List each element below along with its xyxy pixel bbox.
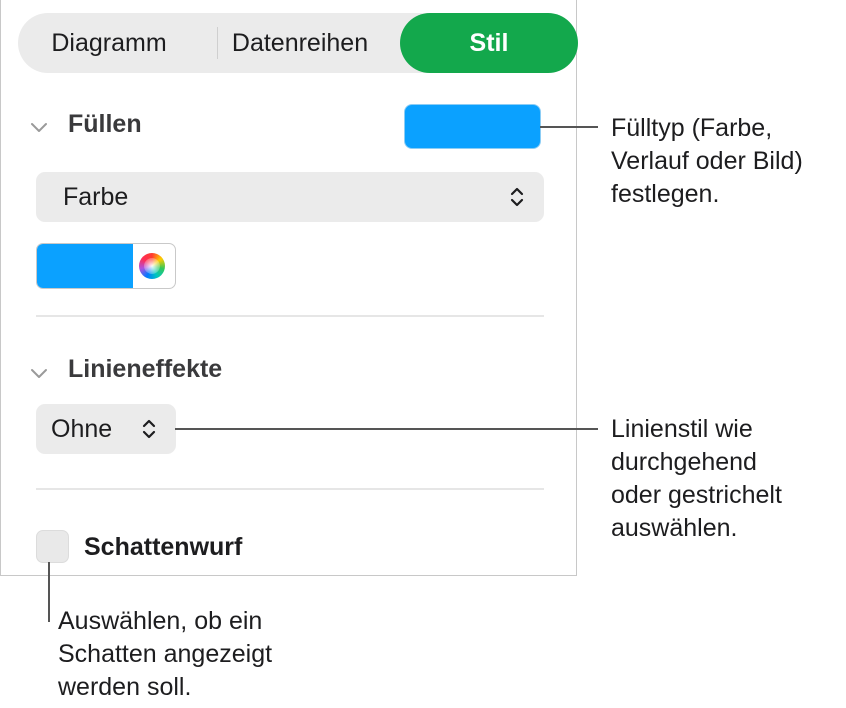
line-style-value: Ohne xyxy=(51,415,113,443)
callout-fill-type: Fülltyp (Farbe, Verlauf oder Bild) festl… xyxy=(611,112,803,211)
shadow-checkbox[interactable] xyxy=(36,530,69,563)
callout-line-text: oder gestrichelt xyxy=(611,481,782,509)
shadow-checkbox-label[interactable]: Schattenwurf xyxy=(84,530,242,564)
color-well[interactable] xyxy=(36,243,176,289)
section-divider xyxy=(36,315,544,317)
updown-chevron-icon xyxy=(142,419,156,439)
callout-line-text: festlegen. xyxy=(611,180,720,208)
callout-line-text: werden soll. xyxy=(58,673,192,701)
chevron-down-icon[interactable] xyxy=(29,366,49,380)
callout-line-text: Linienstil wie xyxy=(611,415,753,443)
inspector-tab-bar: Diagramm Datenreihen Stil xyxy=(18,13,578,73)
callout-line-text: Auswählen, ob ein xyxy=(58,607,263,635)
callout-line-text: Fülltyp (Farbe, xyxy=(611,114,773,142)
updown-chevron-icon xyxy=(510,187,524,207)
fill-section-title: Füllen xyxy=(68,110,142,138)
tab-diagramm[interactable]: Diagramm xyxy=(18,13,200,73)
callout-line-style: Linienstil wie durchgehend oder gestrich… xyxy=(611,413,782,545)
line-effects-section-title: Linieneffekte xyxy=(68,355,223,383)
callout-line-shadow xyxy=(48,562,50,622)
tab-datenreihen[interactable]: Datenreihen xyxy=(200,13,400,73)
fill-type-value: Farbe xyxy=(63,183,129,211)
chevron-down-icon[interactable] xyxy=(29,120,49,134)
tab-stil[interactable]: Stil xyxy=(400,13,578,73)
callout-shadow: Auswählen, ob ein Schatten angezeigt wer… xyxy=(58,605,272,704)
callout-line-text: Verlauf oder Bild) xyxy=(611,147,803,175)
section-divider xyxy=(36,488,544,490)
callout-line-text: durchgehend xyxy=(611,448,757,476)
callout-line-fill-type xyxy=(540,126,598,128)
color-well-swatch[interactable] xyxy=(37,244,133,288)
format-inspector-panel: Diagramm Datenreihen Stil Füllen Farbe L… xyxy=(0,0,578,576)
color-wheel-icon[interactable] xyxy=(139,253,165,279)
callout-line-line-style xyxy=(175,428,598,430)
fill-color-button[interactable] xyxy=(404,104,541,149)
fill-type-popup[interactable]: Farbe xyxy=(36,172,544,222)
callout-line-text: auswählen. xyxy=(611,514,738,542)
line-style-popup[interactable]: Ohne xyxy=(36,404,176,454)
callout-line-text: Schatten angezeigt xyxy=(58,640,273,668)
